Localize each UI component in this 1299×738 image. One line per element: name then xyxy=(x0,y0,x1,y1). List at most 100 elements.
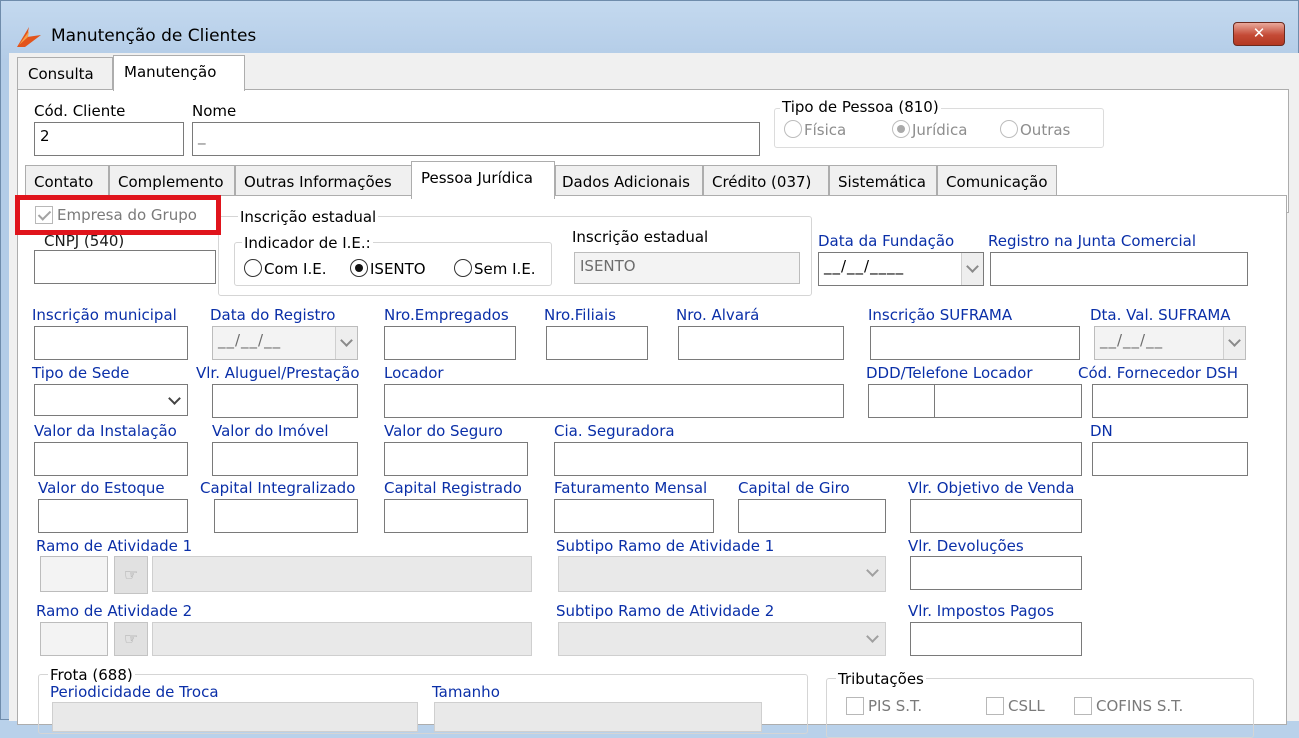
close-button[interactable]: ✕ xyxy=(1233,22,1285,46)
tipo-sede-select[interactable] xyxy=(34,384,188,416)
tipo-sede-label: Tipo de Sede xyxy=(32,364,130,382)
ramo1-description-input xyxy=(152,556,532,592)
cia-seguradora-input[interactable] xyxy=(554,442,1082,476)
valor-seguro-label: Valor do Seguro xyxy=(384,422,503,440)
registro-junta-input[interactable] xyxy=(990,252,1248,286)
pis-st-box xyxy=(846,697,864,715)
data-fundacao-dropdown-icon[interactable] xyxy=(961,253,983,285)
dn-label: DN xyxy=(1090,422,1113,440)
tab-contato[interactable]: Contato xyxy=(25,165,109,199)
frota-title: Frota (688) xyxy=(48,666,135,684)
ramo1-code-input[interactable] xyxy=(40,556,108,592)
valor-estoque-input[interactable] xyxy=(38,499,188,533)
tamanho-select[interactable] xyxy=(434,702,762,732)
cod-cliente-label: Cód. Cliente xyxy=(34,102,126,120)
valor-imovel-label: Valor do Imóvel xyxy=(212,422,329,440)
valor-estoque-label: Valor do Estoque xyxy=(38,479,165,497)
capital-integralizado-input[interactable] xyxy=(214,499,358,533)
locador-input[interactable] xyxy=(384,384,844,418)
dta-val-suframa-input[interactable]: __/__/__ xyxy=(1094,326,1246,360)
tab-comunicacao-label: Comunicação xyxy=(946,173,1048,191)
window: Manutenção de Clientes ✕ Consulta Manute… xyxy=(0,0,1299,738)
ddd-locador-input[interactable] xyxy=(868,384,936,418)
tipo-pessoa-title: Tipo de Pessoa (810) xyxy=(780,98,941,116)
dta-val-suframa-label: Dta. Val. SUFRAMA xyxy=(1090,306,1231,324)
vlr-impostos-label: Vlr. Impostos Pagos xyxy=(908,602,1055,620)
nro-empregados-label: Nro.Empregados xyxy=(384,306,509,324)
ramo1-lookup-button[interactable]: ☞ xyxy=(114,556,148,594)
title-bar: Manutenção de Clientes ✕ xyxy=(1,1,1298,53)
ramo2-code-input[interactable] xyxy=(40,622,108,656)
data-registro-input[interactable]: __/__/__ xyxy=(212,326,358,360)
nro-filiais-input[interactable] xyxy=(546,326,648,360)
dta-val-suframa-dropdown-icon[interactable] xyxy=(1223,327,1245,359)
tab-sistematica[interactable]: Sistemática xyxy=(829,165,937,199)
valor-imovel-input[interactable] xyxy=(212,442,358,476)
inscricao-municipal-input[interactable] xyxy=(34,326,188,360)
periodicidade-label: Periodicidade de Troca xyxy=(50,683,219,701)
radio-isento[interactable]: ISENTO xyxy=(350,259,426,279)
cofins-st-checkbox[interactable]: COFINS S.T. xyxy=(1074,696,1183,716)
tab-credito[interactable]: Crédito (037) xyxy=(703,165,829,199)
tab-comunicacao[interactable]: Comunicação xyxy=(937,165,1057,199)
tab-sistematica-label: Sistemática xyxy=(838,173,926,191)
subtipo1-select[interactable] xyxy=(558,556,886,592)
tab-manutencao-label: Manutenção xyxy=(124,63,217,81)
cod-fornecedor-label: Cód. Fornecedor DSH xyxy=(1078,364,1239,382)
cod-fornecedor-input[interactable] xyxy=(1092,384,1248,418)
inscricao-estadual-input[interactable]: ISENTO xyxy=(574,252,800,284)
vlr-impostos-input[interactable] xyxy=(910,622,1082,656)
dn-input[interactable] xyxy=(1092,442,1248,476)
nro-alvara-label: Nro. Alvará xyxy=(676,306,760,324)
csll-checkbox[interactable]: CSLL xyxy=(986,696,1045,716)
tab-pessoa-juridica[interactable]: Pessoa Jurídica xyxy=(411,161,555,199)
nro-empregados-input[interactable] xyxy=(384,326,516,360)
faturamento-mensal-input[interactable] xyxy=(554,499,714,533)
tab-outras-informacoes[interactable]: Outras Informações xyxy=(235,165,413,199)
subtipo1-label: Subtipo Ramo de Atividade 1 xyxy=(556,537,775,555)
tab-complemento[interactable]: Complemento xyxy=(109,165,235,199)
cia-seguradora-label: Cia. Seguradora xyxy=(554,422,675,440)
cofins-st-box xyxy=(1074,697,1092,715)
cod-cliente-input[interactable]: 2 xyxy=(34,122,184,156)
app-logo-icon xyxy=(17,27,41,47)
tab-consulta[interactable]: Consulta xyxy=(17,57,113,91)
radio-sem-ie-label: Sem I.E. xyxy=(474,260,536,278)
cnpj-input[interactable] xyxy=(34,250,216,284)
radio-juridica-label: Jurídica xyxy=(912,121,968,139)
valor-instalacao-input[interactable] xyxy=(34,442,188,476)
radio-fisica[interactable]: Física xyxy=(784,120,846,140)
subtipo2-label: Subtipo Ramo de Atividade 2 xyxy=(556,602,775,620)
pis-st-checkbox[interactable]: PIS S.T. xyxy=(846,696,922,716)
vlr-devolucoes-input[interactable] xyxy=(910,556,1082,590)
telefone-locador-input[interactable] xyxy=(934,384,1082,418)
valor-seguro-input[interactable] xyxy=(384,442,528,476)
ramo2-label: Ramo de Atividade 2 xyxy=(36,602,193,620)
nome-input[interactable]: _ xyxy=(192,122,760,156)
capital-giro-input[interactable] xyxy=(738,499,886,533)
ramo2-lookup-button[interactable]: ☞ xyxy=(114,622,148,656)
tab-consulta-label: Consulta xyxy=(28,65,94,83)
data-registro-dropdown-icon[interactable] xyxy=(335,327,357,359)
radio-outras[interactable]: Outras xyxy=(1000,120,1070,140)
empresa-grupo-checkbox[interactable]: Empresa do Grupo xyxy=(35,205,197,225)
capital-registrado-input[interactable] xyxy=(384,499,528,533)
tab-dados-adicionais[interactable]: Dados Adicionais xyxy=(555,165,703,199)
tab-complemento-label: Complemento xyxy=(118,173,224,191)
vlr-objetivo-input[interactable] xyxy=(910,499,1082,533)
vlr-aluguel-input[interactable] xyxy=(212,384,358,418)
tab-manutencao[interactable]: Manutenção xyxy=(113,55,245,91)
inscricao-suframa-input[interactable] xyxy=(870,326,1080,360)
radio-juridica[interactable]: Jurídica xyxy=(892,120,967,140)
radio-sem-ie-dot xyxy=(454,259,472,277)
subtipo2-select[interactable] xyxy=(558,622,886,656)
nro-alvara-input[interactable] xyxy=(678,326,844,360)
periodicidade-select[interactable] xyxy=(52,702,418,732)
pessoa-juridica-panel: Inscrição estadual Indicador de I.E.: Co… xyxy=(17,195,1287,738)
radio-com-ie[interactable]: Com I.E. xyxy=(244,259,326,279)
inscricao-suframa-label: Inscrição SUFRAMA xyxy=(868,306,1013,324)
radio-sem-ie[interactable]: Sem I.E. xyxy=(454,259,536,279)
pointing-hand-icon: ☞ xyxy=(123,629,139,648)
ramo2-description-input xyxy=(152,622,532,656)
data-fundacao-input[interactable]: __/__/____ xyxy=(818,252,984,286)
